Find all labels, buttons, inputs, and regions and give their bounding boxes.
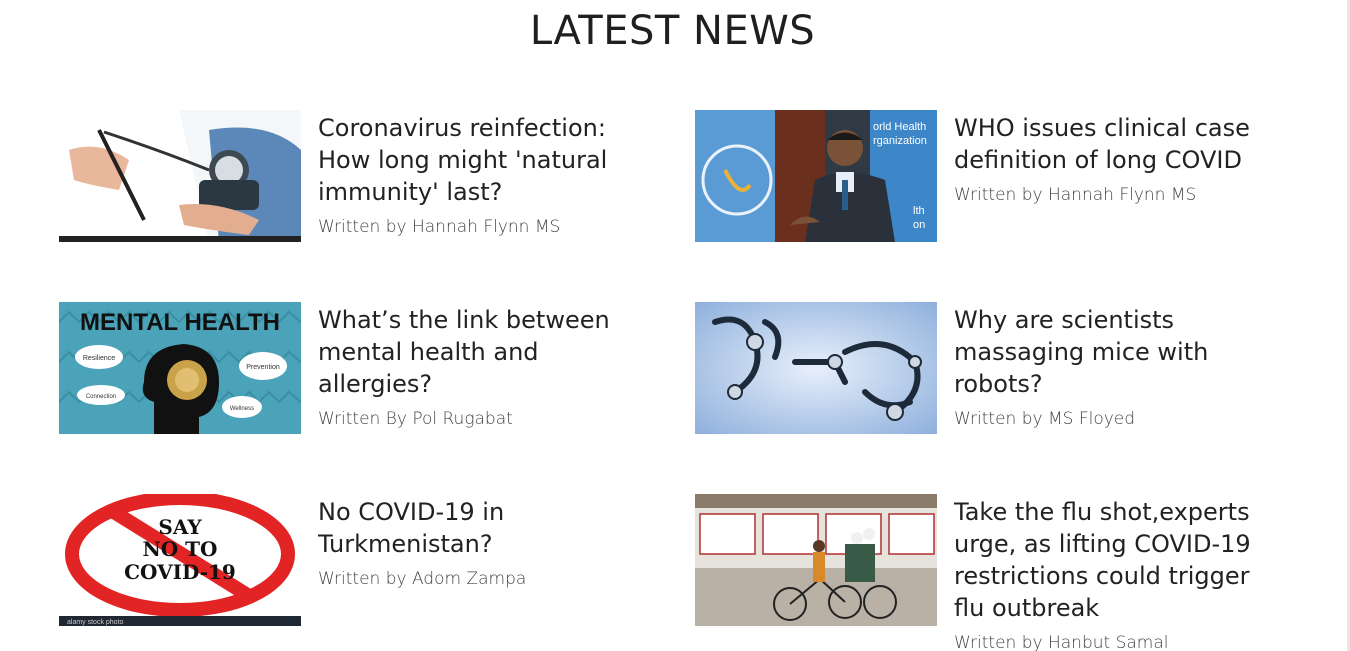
who-speaker-photo-icon[interactable]: orld Health rganization lth on <box>695 110 937 242</box>
rickshaw-street-photo-icon[interactable] <box>695 494 937 626</box>
article-headline[interactable]: No COVID-19 in Turkmenistan? <box>318 496 648 560</box>
article-headline[interactable]: What’s the link between mental health an… <box>318 304 648 400</box>
article-byline: Written by Hannah Flynn MS <box>318 217 561 237</box>
svg-text:MENTAL HEALTH: MENTAL HEALTH <box>80 309 280 336</box>
svg-text:alamy stock photo: alamy stock photo <box>67 619 124 626</box>
article-card[interactable]: MENTAL HEALTH Resilience Prevention Conn… <box>59 302 639 462</box>
article-headline[interactable]: Coronavirus reinfection: How long might … <box>318 112 648 208</box>
article-card[interactable]: Why are scientists massaging mice with r… <box>695 302 1275 462</box>
article-byline: Written by Hanbut Samal <box>954 633 1169 651</box>
svg-text:SAY: SAY <box>158 515 202 539</box>
svg-text:COVID-19: COVID-19 <box>124 560 236 584</box>
svg-text:on: on <box>913 219 925 231</box>
article-headline[interactable]: Why are scientists massaging mice with r… <box>954 304 1284 400</box>
article-headline[interactable]: WHO issues clinical case definition of l… <box>954 112 1284 176</box>
no-covid-sign-icon[interactable]: SAY NO TO COVID-19 alamy stock photo <box>59 494 301 626</box>
svg-text:Connection: Connection <box>86 394 116 400</box>
blood-pressure-photo-icon[interactable] <box>59 110 301 242</box>
article-byline: Written by MS Floyed <box>954 409 1136 429</box>
robot-arms-illustration-icon[interactable] <box>695 302 937 434</box>
svg-text:rganization: rganization <box>873 135 927 147</box>
article-card[interactable]: Take the flu shot,experts urge, as lifti… <box>695 494 1275 651</box>
article-card[interactable]: Coronavirus reinfection: How long might … <box>59 110 639 270</box>
mental-health-illustration-icon[interactable]: MENTAL HEALTH Resilience Prevention Conn… <box>59 302 301 434</box>
news-page: LATEST NEWS Coronavirus reinfection: How… <box>0 0 1350 651</box>
article-card[interactable]: orld Health rganization lth on WHO issue… <box>695 110 1275 270</box>
svg-text:Prevention: Prevention <box>246 364 280 371</box>
svg-text:lth: lth <box>913 205 925 217</box>
svg-text:Wellness: Wellness <box>230 406 254 412</box>
image-text: orld Health <box>873 121 926 133</box>
article-headline[interactable]: Take the flu shot,experts urge, as lifti… <box>954 496 1284 624</box>
svg-text:NO TO: NO TO <box>143 537 218 561</box>
svg-text:Resilience: Resilience <box>83 355 115 362</box>
article-byline: Written By Pol Rugabat <box>318 409 513 429</box>
article-byline: Written by Adom Zampa <box>318 569 527 589</box>
article-card[interactable]: SAY NO TO COVID-19 alamy stock photo No … <box>59 494 639 651</box>
article-byline: Written by Hannah Flynn MS <box>954 185 1197 205</box>
section-title: LATEST NEWS <box>529 8 816 54</box>
